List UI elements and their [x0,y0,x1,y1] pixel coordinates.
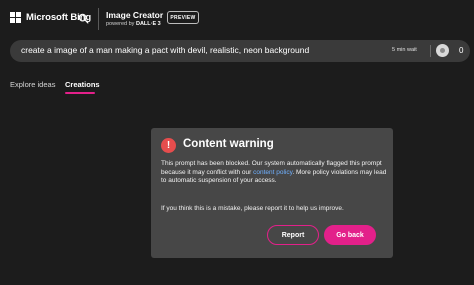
report-button[interactable]: Report [267,225,319,245]
microsoft-logo-icon [10,12,21,23]
powered-by-prefix: powered by [106,21,135,27]
wait-time: 5 min wait [392,47,417,53]
content-warning-dialog: ! Content warning This prompt has been b… [151,128,393,258]
dialog-report-hint: If you think this is a mistake, please r… [161,205,344,212]
powered-by-model: DALL·E 3 [135,21,161,27]
prompt-bar[interactable]: create a image of a man making a pact wi… [10,40,470,62]
tab-explore-ideas[interactable]: Explore ideas [10,80,55,89]
app-brand[interactable]: Image Creator powered by DALL·E 3 [106,10,163,29]
search-icon [78,13,88,23]
app-title: Image Creator [106,10,164,20]
preview-badge: PREVIEW [167,11,199,24]
go-back-button[interactable]: Go back [324,225,376,245]
prompt-divider [430,45,431,57]
dialog-title: Content warning [183,138,274,150]
boost-coin-icon[interactable] [436,44,449,57]
prompt-text[interactable]: create a image of a man making a pact wi… [21,45,309,55]
content-policy-link[interactable]: content policy [253,169,292,176]
active-tab-indicator [65,92,95,94]
tab-creations[interactable]: Creations [65,80,100,89]
top-header: Microsoft Bing Image Creator powered by … [0,0,474,36]
powered-by: powered by DALL·E 3 [106,20,163,29]
boost-count: 0 [459,46,464,55]
header-divider [98,8,99,30]
exclamation-icon: ! [161,138,176,153]
search-button[interactable] [74,9,92,27]
dialog-message: This prompt has been blocked. Our system… [161,160,387,186]
